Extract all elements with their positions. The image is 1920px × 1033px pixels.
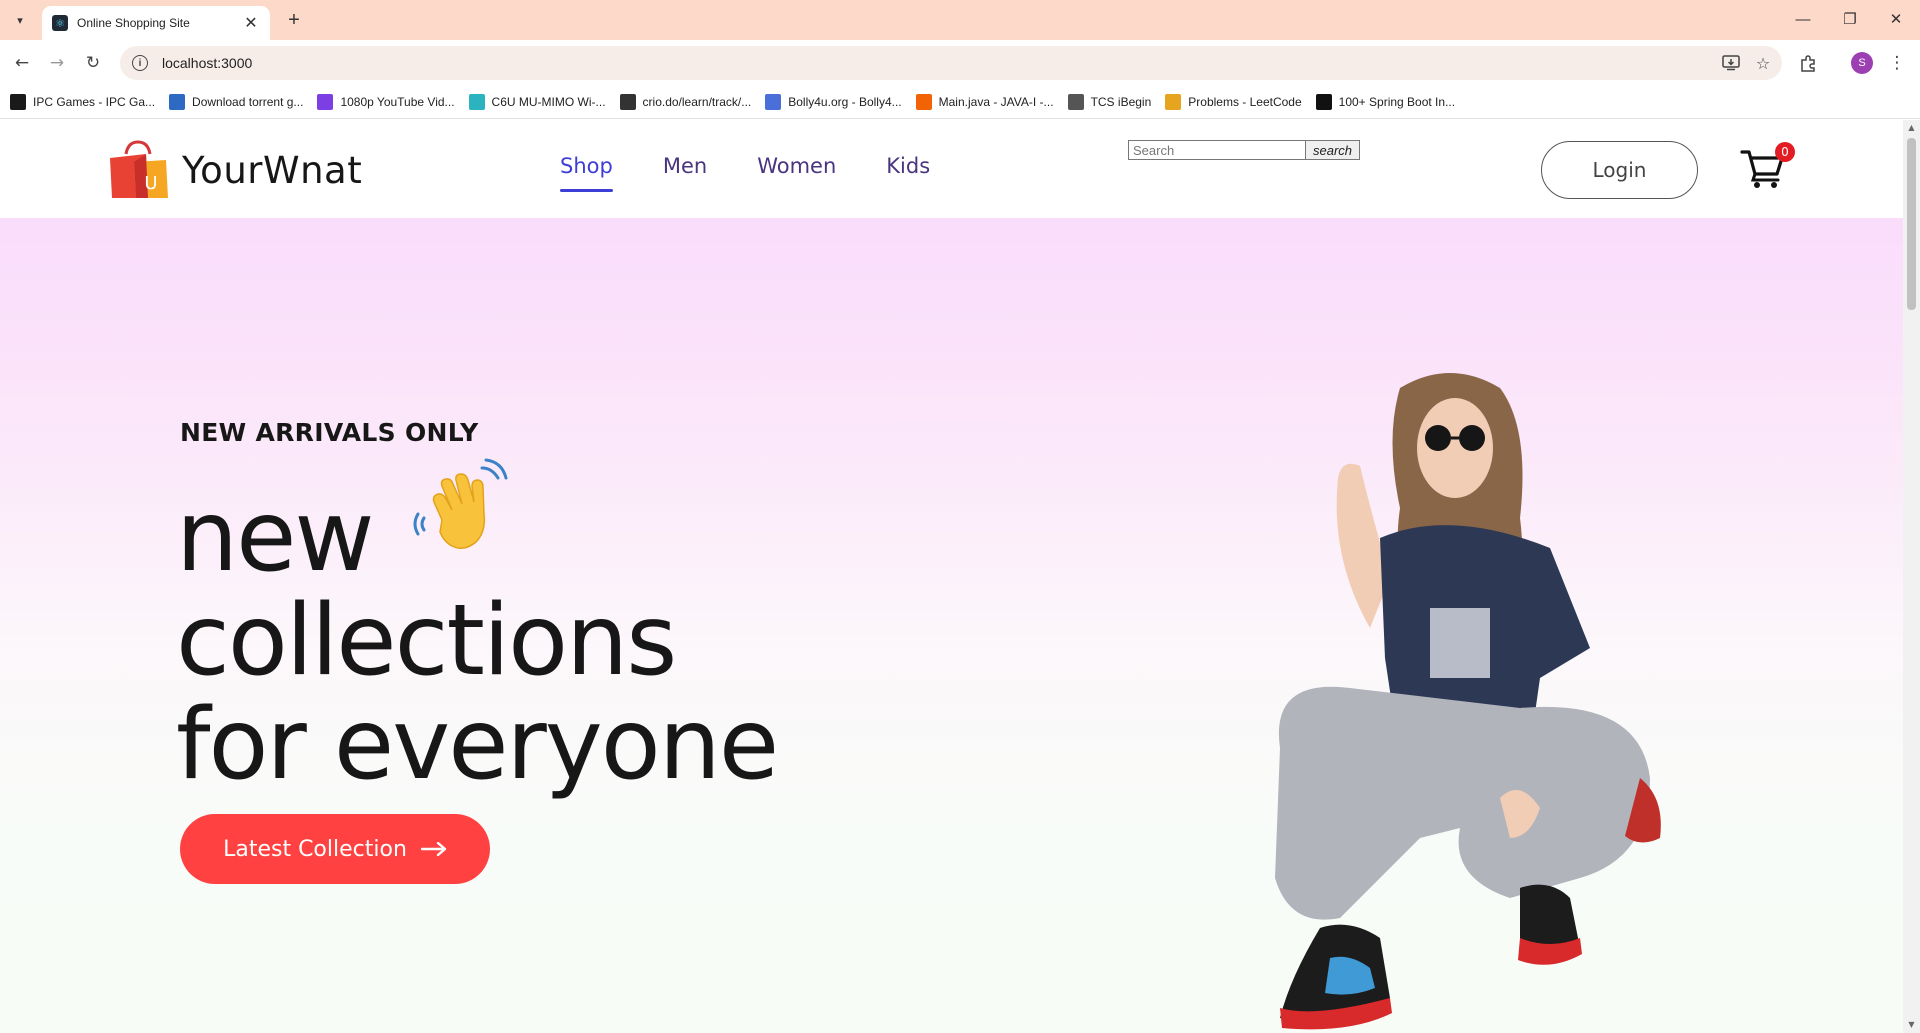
hero-headline-line-2: collections bbox=[176, 584, 677, 698]
bookmark-label: C6U MU-MIMO Wi-... bbox=[491, 94, 606, 109]
book-icon bbox=[1315, 93, 1332, 110]
login-button[interactable]: Login bbox=[1541, 141, 1698, 199]
bookmark-item[interactable]: Main.java - JAVA-I -... bbox=[915, 90, 1054, 114]
scroll-down-icon[interactable]: ▼ bbox=[1907, 1020, 1916, 1029]
bookmarks-bar: IPC Games - IPC Ga... Download torrent g.… bbox=[0, 85, 1920, 119]
leetcode-icon bbox=[1165, 93, 1182, 110]
bookmark-item[interactable]: crio.do/learn/track/... bbox=[619, 90, 752, 114]
search-form: search bbox=[1128, 140, 1360, 160]
arrow-right-icon bbox=[420, 842, 447, 856]
bookmark-item[interactable]: 100+ Spring Boot In... bbox=[1315, 90, 1456, 114]
search-input[interactable] bbox=[1128, 140, 1306, 160]
profile-avatar[interactable]: S bbox=[1851, 52, 1873, 74]
menu-item-label: Shop bbox=[560, 154, 613, 178]
hero-section: NEW ARRIVALS ONLY new collections for ev… bbox=[0, 218, 1903, 1033]
menu-item-label: Kids bbox=[886, 154, 931, 178]
menu-item-women[interactable]: Women bbox=[757, 154, 836, 178]
tcs-icon bbox=[1067, 93, 1084, 110]
scroll-up-icon[interactable]: ▲ bbox=[1907, 123, 1916, 132]
bookmark-item[interactable]: Download torrent g... bbox=[169, 90, 303, 114]
more-menu-icon[interactable]: ⋮ bbox=[1884, 50, 1910, 76]
svg-text:U: U bbox=[144, 173, 157, 194]
bookmark-label: TCS iBegin bbox=[1090, 94, 1152, 109]
menu-item-men[interactable]: Men bbox=[663, 154, 707, 178]
active-menu-underline bbox=[560, 189, 613, 192]
minimize-icon[interactable]: — bbox=[1792, 8, 1814, 30]
tab-close-icon[interactable]: ✕ bbox=[242, 13, 260, 33]
bookmark-item[interactable]: 1080p YouTube Vid... bbox=[317, 90, 455, 114]
shopping-bag-icon: U bbox=[110, 140, 168, 198]
bookmark-label: Problems - LeetCode bbox=[1188, 94, 1302, 109]
menu-item-shop[interactable]: Shop bbox=[560, 154, 613, 192]
bookmark-item[interactable]: Problems - LeetCode bbox=[1165, 90, 1302, 114]
waving-hand-icon bbox=[413, 458, 508, 549]
react-favicon-icon: ⚛ bbox=[52, 15, 68, 31]
page-viewport: U YourWnat Shop Men Women Kids search Login… bbox=[0, 120, 1903, 1033]
tab-search-icon[interactable]: ▾ bbox=[10, 10, 30, 30]
hero-eyebrow: NEW ARRIVALS ONLY bbox=[180, 418, 479, 447]
browser-tab[interactable]: ⚛ Online Shopping Site ✕ bbox=[42, 6, 270, 40]
bookmark-item[interactable]: TCS iBegin bbox=[1067, 90, 1152, 114]
extensions-icon[interactable] bbox=[1795, 50, 1821, 76]
new-tab-icon[interactable]: + bbox=[282, 8, 306, 32]
page-scrollbar[interactable]: ▲ ▼ bbox=[1903, 120, 1920, 1033]
reload-icon[interactable]: ↻ bbox=[80, 50, 106, 76]
address-bar[interactable]: i localhost:3000 ☆ bbox=[120, 46, 1782, 80]
latest-collection-button[interactable]: Latest Collection bbox=[180, 814, 490, 884]
hero-headline-line-1: new bbox=[176, 480, 375, 594]
brand-name: YourWnat bbox=[182, 148, 363, 192]
menu-item-label: Women bbox=[757, 154, 837, 178]
address-url[interactable]: localhost:3000 bbox=[162, 55, 1718, 71]
bookmark-label: crio.do/learn/track/... bbox=[642, 94, 752, 109]
search-button[interactable]: search bbox=[1305, 140, 1360, 160]
bookmark-label: 1080p YouTube Vid... bbox=[340, 94, 455, 109]
bookmark-item[interactable]: IPC Games - IPC Ga... bbox=[10, 90, 155, 114]
bookmark-label: 100+ Spring Boot In... bbox=[1338, 94, 1456, 109]
ipc-icon bbox=[10, 93, 26, 110]
bookmark-label: Bolly4u.org - Bolly4... bbox=[788, 94, 902, 109]
bolly-icon bbox=[765, 93, 782, 110]
back-icon[interactable]: ← bbox=[9, 50, 35, 76]
restore-icon[interactable]: ❐ bbox=[1839, 8, 1861, 30]
tab-title: Online Shopping Site bbox=[77, 16, 190, 30]
cart-count-badge: 0 bbox=[1775, 142, 1795, 162]
bookmark-item[interactable]: C6U MU-MIMO Wi-... bbox=[468, 90, 606, 114]
crio-icon bbox=[619, 93, 636, 110]
bookmark-label: Download torrent g... bbox=[192, 94, 304, 109]
install-app-icon[interactable] bbox=[1718, 50, 1744, 76]
site-navbar: U YourWnat Shop Men Women Kids search Login… bbox=[0, 120, 1903, 218]
tplink-icon bbox=[468, 93, 485, 110]
site-info-icon[interactable]: i bbox=[132, 55, 148, 71]
main-menu: Shop Men Women Kids bbox=[560, 154, 980, 192]
replit-icon bbox=[915, 93, 932, 110]
close-window-icon[interactable]: ✕ bbox=[1885, 8, 1907, 30]
menu-item-kids[interactable]: Kids bbox=[886, 154, 930, 178]
cta-label: Latest Collection bbox=[223, 836, 407, 862]
browser-toolbar: ← → ↻ i localhost:3000 ☆ ⋮ bbox=[0, 40, 1920, 85]
bookmark-label: IPC Games - IPC Ga... bbox=[33, 94, 156, 109]
tab-strip: ▾ ⚛ Online Shopping Site ✕ + — ❐ ✕ bbox=[0, 0, 1920, 40]
hero-model-image bbox=[1275, 373, 1661, 1030]
v-icon bbox=[317, 93, 334, 110]
brand-logo[interactable]: U YourWnat bbox=[108, 140, 362, 200]
torrent-icon bbox=[169, 93, 186, 110]
menu-item-label: Men bbox=[662, 154, 708, 178]
bookmark-label: Main.java - JAVA-I -... bbox=[938, 94, 1054, 109]
hero-headline-line-3: for everyone bbox=[176, 688, 779, 802]
forward-icon[interactable]: → bbox=[44, 50, 70, 76]
bookmark-item[interactable]: Bolly4u.org - Bolly4... bbox=[765, 90, 902, 114]
scrollbar-thumb[interactable] bbox=[1907, 138, 1916, 310]
bookmark-star-icon[interactable]: ☆ bbox=[1750, 50, 1776, 76]
